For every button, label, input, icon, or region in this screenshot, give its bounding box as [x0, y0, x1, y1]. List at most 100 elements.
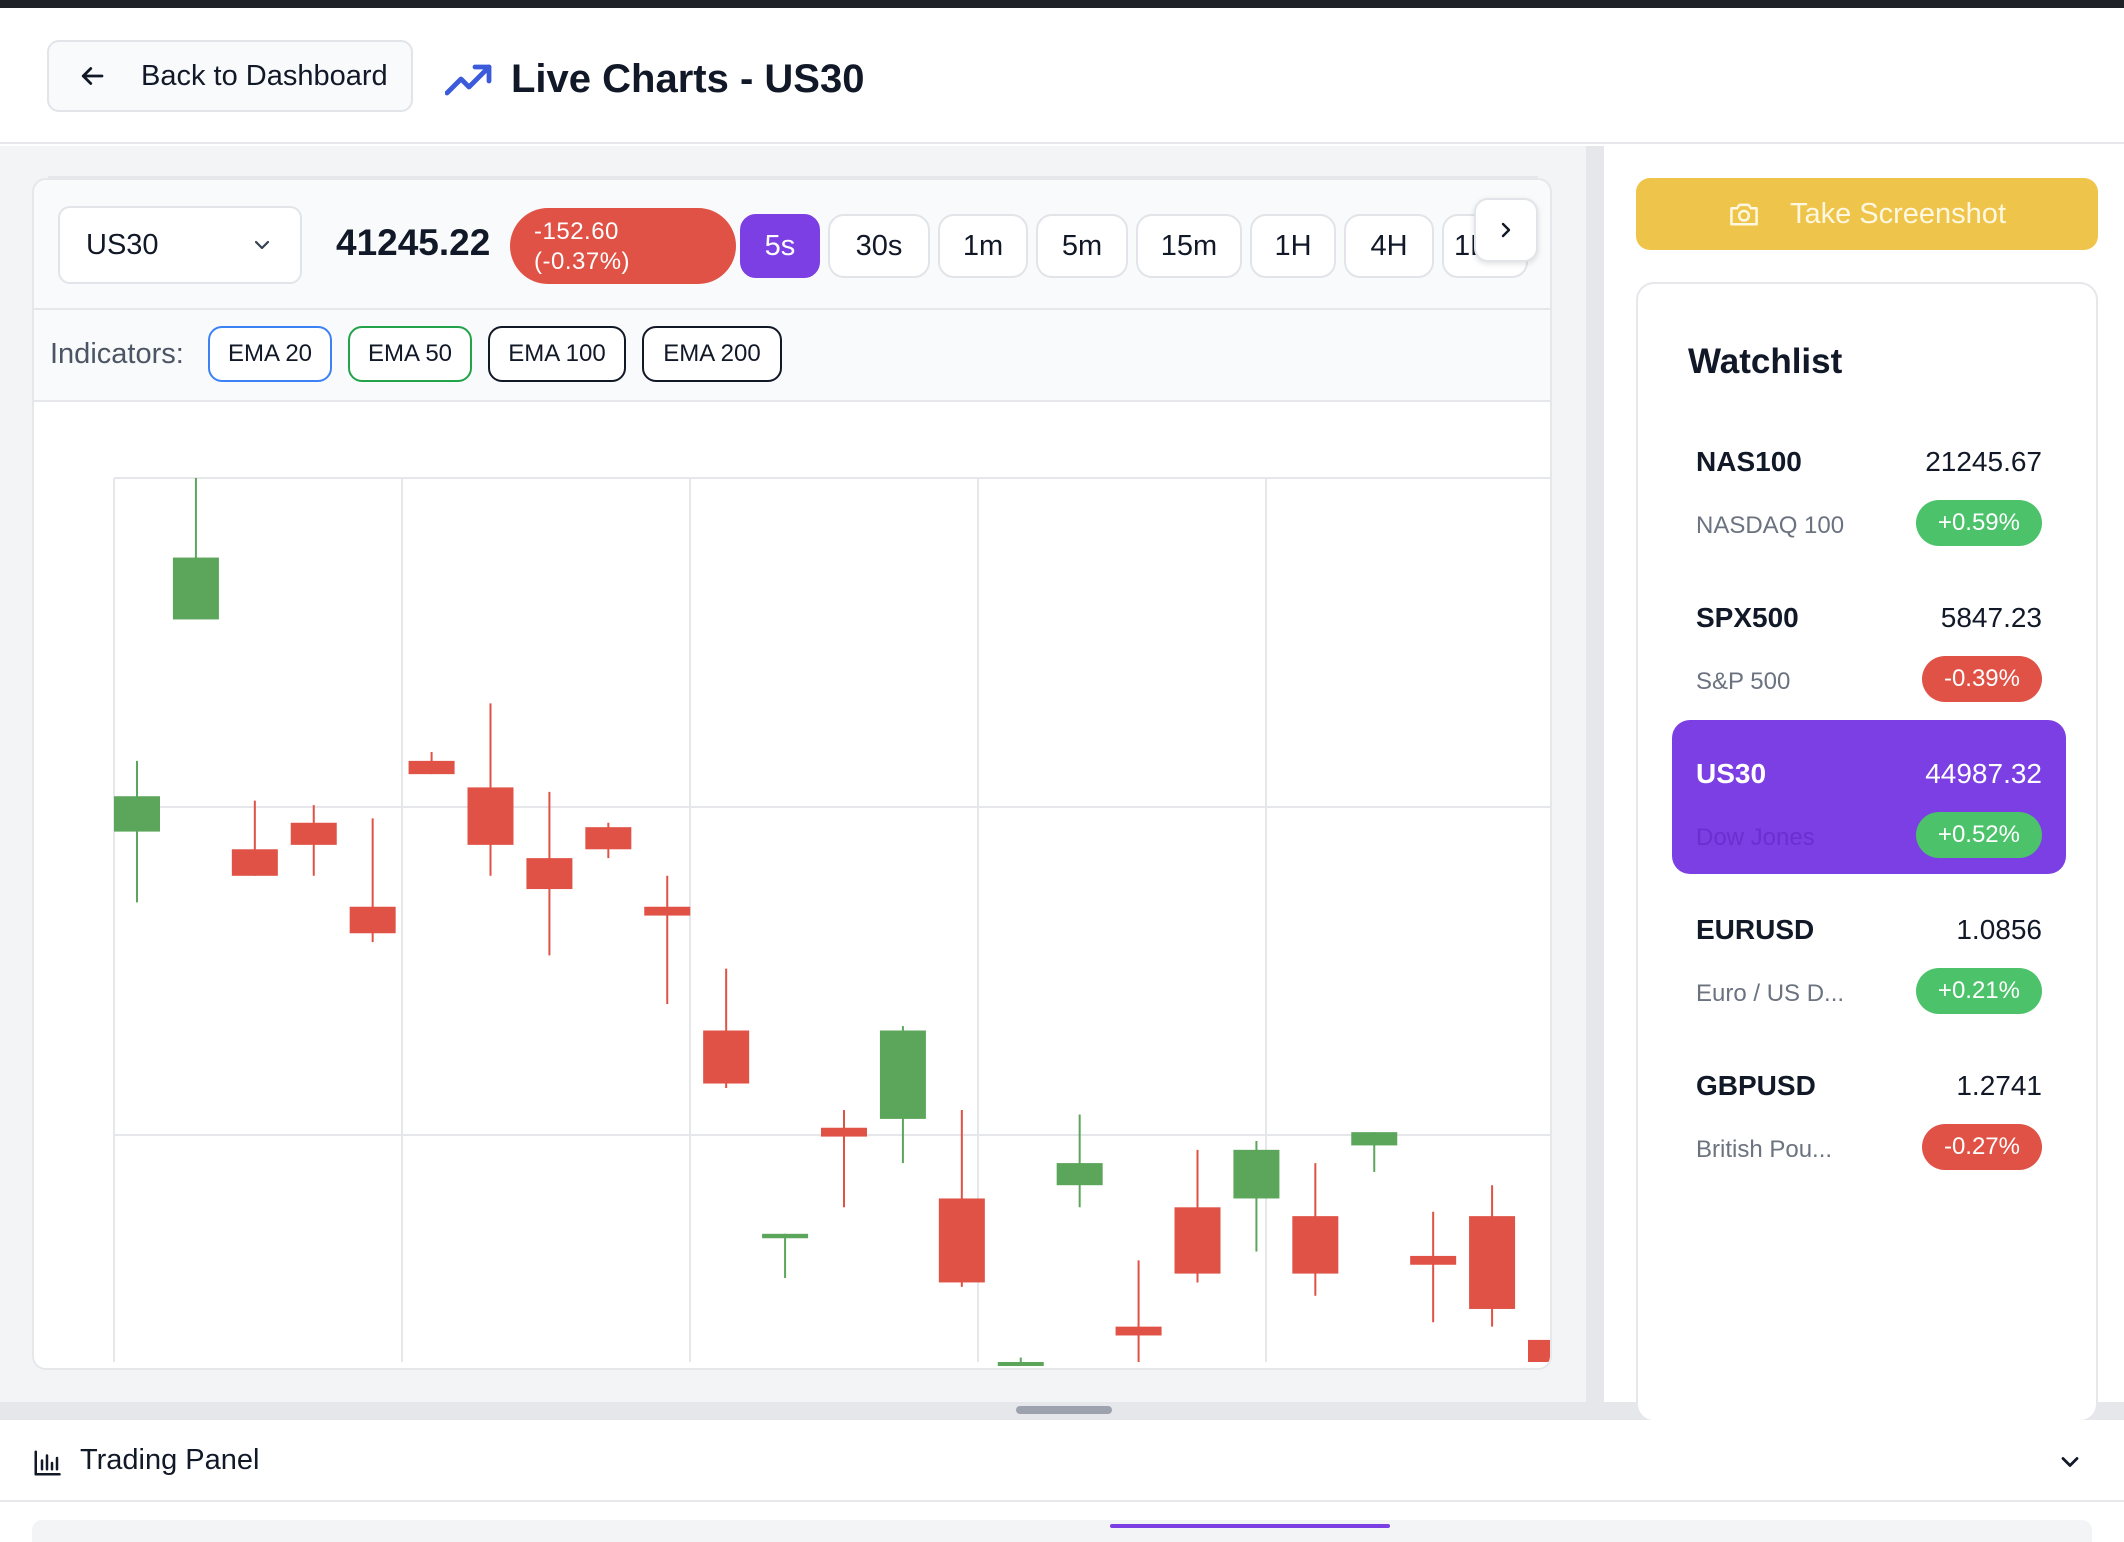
timeframe-15m[interactable]: 15m — [1136, 214, 1242, 278]
watchlist-change-badge: +0.52% — [1915, 812, 2042, 858]
watchlist-item-us30[interactable]: US30 44987.32 Dow Jones +0.52% — [1672, 720, 2066, 874]
window-top-edge — [0, 0, 2124, 8]
candle-body-down — [467, 787, 514, 845]
candle-body-up — [1056, 1163, 1103, 1186]
candle — [1528, 1339, 1550, 1362]
indicator-ema-50-label: EMA 50 — [367, 340, 453, 367]
timeframe-1h[interactable]: 1H — [1250, 214, 1336, 278]
candle — [290, 805, 337, 876]
watchlist-symbol: US30 — [1696, 758, 1767, 789]
candle — [1410, 1211, 1457, 1323]
candle — [1233, 1141, 1280, 1252]
header: Back to Dashboard Live Charts - US30 — [0, 8, 2124, 144]
indicator-ema-200[interactable]: EMA 200 — [642, 326, 782, 382]
indicator-ema-50[interactable]: EMA 50 — [348, 326, 472, 382]
timeframe-1m[interactable]: 1m — [938, 214, 1028, 278]
candle-body-down — [1292, 1216, 1339, 1274]
watchlist-change-badge: -0.39% — [1921, 656, 2042, 702]
indicator-ema-20-label: EMA 20 — [227, 340, 313, 367]
candle — [1351, 1132, 1398, 1172]
indicator-ema-200-label: EMA 200 — [663, 340, 761, 367]
chevron-down-icon[interactable] — [2056, 1448, 2084, 1476]
bar-chart-icon — [34, 1450, 61, 1476]
candle-body-down — [1115, 1326, 1162, 1336]
take-screenshot-label: Take Screenshot — [1789, 197, 2006, 230]
watchlist-item-eurusd[interactable]: EURUSD 1.0856 Euro / US D... +0.21% — [1672, 876, 2066, 1030]
indicator-ema-20[interactable]: EMA 20 — [208, 326, 332, 382]
watchlist-change-badge: +0.59% — [1915, 500, 2042, 546]
candle — [526, 791, 573, 956]
back-button-label: Back to Dashboard — [141, 59, 388, 92]
arrow-left-icon — [81, 67, 104, 85]
indicator-ema-100[interactable]: EMA 100 — [488, 326, 626, 382]
timeframe-5s[interactable]: 5s — [740, 214, 820, 278]
candle — [997, 1357, 1044, 1366]
candle — [349, 818, 396, 943]
candle-body-down — [349, 906, 396, 934]
candle-body-down — [231, 849, 278, 876]
timeframe-30s[interactable]: 30s — [828, 214, 930, 278]
indicators-label: Indicators: — [50, 338, 184, 370]
price-change-value: -152.60 — [534, 218, 619, 245]
candle-body-down — [1174, 1207, 1221, 1274]
watchlist-name: British Pou... — [1696, 1136, 1833, 1163]
take-screenshot-button[interactable]: Take Screenshot — [1636, 178, 2098, 250]
candle — [879, 1026, 926, 1164]
candle — [1056, 1114, 1103, 1208]
candlestick-chart-svg — [113, 477, 1550, 1366]
current-price: 41245.22 — [336, 222, 491, 263]
timeframes-scroll-right-button[interactable] — [1474, 198, 1538, 262]
resize-handle[interactable] — [1016, 1406, 1112, 1414]
chart-toolbar: US30 41245.22 -152.60 (-0.37%) 5s 30s 1m… — [34, 180, 1550, 310]
candlestick-chart[interactable] — [34, 402, 1550, 1368]
vertical-splitter[interactable] — [1586, 146, 1604, 1402]
candle — [114, 760, 160, 903]
watchlist-item-nas100[interactable]: NAS100 21245.67 NASDAQ 100 +0.59% — [1672, 408, 2066, 562]
watchlist-symbol: EURUSD — [1696, 914, 1815, 945]
back-to-dashboard-button[interactable]: Back to Dashboard — [47, 40, 413, 112]
timeframe-4h[interactable]: 4H — [1344, 214, 1434, 278]
candle — [1469, 1185, 1516, 1327]
candle-body-down — [1410, 1255, 1457, 1265]
watchlist-price: 1.0856 — [1956, 914, 2042, 945]
symbol-select[interactable]: US30 — [58, 206, 302, 284]
price-change-badge: -152.60 (-0.37%) — [510, 208, 736, 284]
candle — [1174, 1149, 1221, 1283]
candle — [821, 1110, 867, 1208]
candle-body-up — [172, 557, 219, 620]
candle — [1292, 1163, 1339, 1296]
chevron-down-icon — [254, 240, 270, 250]
chart-card: US30 41245.22 -152.60 (-0.37%) 5s 30s 1m… — [32, 178, 1552, 1370]
candle-body-up — [1233, 1149, 1280, 1199]
candle-body-up — [879, 1030, 926, 1119]
watchlist-item-spx500[interactable]: SPX500 5847.23 S&P 500 -0.39% — [1672, 564, 2066, 718]
timeframe-5m[interactable]: 5m — [1036, 214, 1128, 278]
watchlist-name: Dow Jones — [1696, 824, 1815, 851]
watchlist-change-badge: -0.27% — [1921, 1124, 2042, 1170]
candle — [172, 478, 219, 620]
watchlist-name: NASDAQ 100 — [1696, 512, 1845, 539]
candle — [585, 822, 632, 859]
watchlist-symbol: GBPUSD — [1696, 1070, 1816, 1101]
watchlist-symbol: NAS100 — [1696, 446, 1802, 477]
candle-body-down — [290, 822, 337, 845]
trending-up-icon — [445, 64, 492, 96]
candle-body-down — [585, 827, 632, 850]
watchlist-price: 1.2741 — [1956, 1070, 2042, 1101]
candle-body-down — [526, 858, 573, 890]
candle — [1115, 1260, 1162, 1362]
candle-body-down — [1469, 1216, 1516, 1309]
chevron-right-icon — [1501, 222, 1511, 238]
candle — [644, 875, 691, 1004]
candle-body-up — [997, 1362, 1044, 1366]
watchlist-change-badge: +0.21% — [1915, 968, 2042, 1014]
camera-icon — [1730, 203, 1758, 226]
candle-body-down — [938, 1198, 985, 1283]
trading-panel-header[interactable]: Trading Panel — [0, 1420, 2124, 1502]
candle-body-up — [114, 796, 160, 832]
candle — [467, 703, 514, 876]
watchlist-name: Euro / US D... — [1696, 980, 1845, 1007]
indicators-bar: Indicators: EMA 20 EMA 50 EMA 100 EMA 20… — [34, 310, 1550, 402]
watchlist-item-gbpusd[interactable]: GBPUSD 1.2741 British Pou... -0.27% — [1672, 1032, 2066, 1186]
candle-body-down — [1528, 1339, 1550, 1362]
